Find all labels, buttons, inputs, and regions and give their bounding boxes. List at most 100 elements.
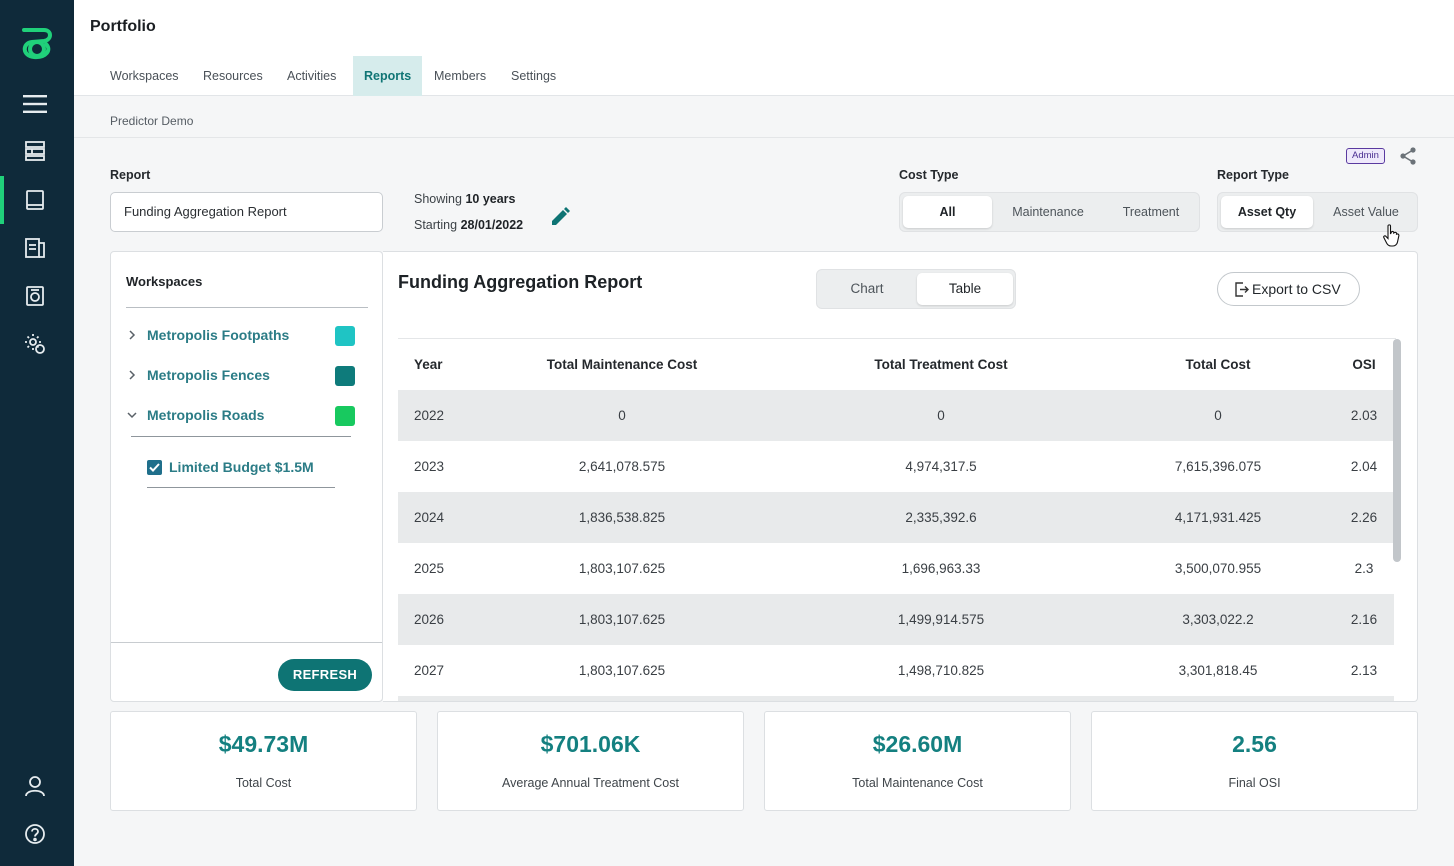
report-label: Report	[110, 168, 151, 182]
cell-maintenance: 1,803,107.625	[578, 663, 666, 678]
breadcrumb[interactable]: Predictor Demo	[110, 114, 193, 128]
cell-treatment: 2,335,392.6	[905, 510, 977, 525]
check-icon	[149, 463, 160, 472]
color-swatch[interactable]	[335, 366, 355, 386]
report-type-asset-qty[interactable]: Asset Qty	[1221, 196, 1313, 228]
workspace-name[interactable]: Metropolis Roads	[147, 407, 264, 423]
menu-icon[interactable]	[21, 90, 49, 118]
cell-year: 2023	[414, 459, 445, 474]
chevron-down-icon[interactable]	[125, 408, 139, 422]
table-row[interactable]: 2026 1,803,107.625 1,499,914.575 3,303,0…	[398, 594, 1394, 645]
scenario-name[interactable]: Limited Budget $1.5M	[169, 459, 314, 475]
column-header[interactable]: Total Cost	[1158, 339, 1278, 390]
stat-value: 2.56	[1232, 731, 1277, 757]
color-swatch[interactable]	[335, 406, 355, 426]
workspace-item[interactable]: Metropolis Fences	[125, 364, 365, 388]
cell-treatment: 1,499,914.575	[897, 612, 985, 627]
analysis-icon[interactable]	[21, 282, 49, 310]
refresh-button[interactable]: REFRESH	[278, 659, 372, 691]
workspaces-icon[interactable]	[21, 137, 49, 165]
workspace-name[interactable]: Metropolis Fences	[147, 367, 270, 383]
stat-card-maintenance: $26.60M Total Maintenance Cost	[764, 711, 1071, 811]
table-row[interactable]	[398, 696, 1394, 701]
chevron-right-icon[interactable]	[125, 368, 139, 382]
cell-osi: 2.04	[1350, 459, 1378, 474]
brand-logo[interactable]	[18, 22, 56, 62]
cell-total: 7,615,396.075	[1174, 459, 1262, 474]
chevron-right-icon[interactable]	[125, 328, 139, 342]
export-label: Export to CSV	[1252, 281, 1341, 297]
cell-treatment: 1,498,710.825	[897, 663, 985, 678]
tab-workspaces[interactable]: Workspaces	[99, 56, 190, 96]
cell-treatment: 4,974,317.5	[905, 459, 977, 474]
workspace-item[interactable]: Metropolis Footpaths	[125, 324, 365, 348]
table-scrollbar[interactable]	[1393, 339, 1401, 562]
cell-total: 3,500,070.955	[1174, 561, 1262, 576]
table-row[interactable]: 2027 1,803,107.625 1,498,710.825 3,301,8…	[398, 645, 1394, 696]
cost-type-all[interactable]: All	[903, 196, 992, 228]
tab-members[interactable]: Members	[423, 56, 497, 96]
table-row[interactable]: 2025 1,803,107.625 1,696,963.33 3,500,07…	[398, 543, 1394, 594]
cost-type-toggle: All Maintenance Treatment	[899, 192, 1200, 232]
cell-osi: 2.13	[1350, 663, 1378, 678]
cell-osi: 2.03	[1350, 408, 1378, 423]
documents-icon[interactable]	[21, 234, 49, 262]
divider	[74, 137, 1454, 138]
cost-type-treatment[interactable]: Treatment	[1106, 196, 1196, 228]
share-icon[interactable]	[1398, 146, 1418, 166]
stat-value: $49.73M	[218, 731, 309, 757]
cell-treatment: 0	[937, 408, 945, 423]
stat-value: $26.60M	[872, 731, 963, 757]
view-table[interactable]: Table	[917, 273, 1013, 305]
divider	[126, 307, 368, 308]
cell-maintenance: 0	[618, 408, 626, 423]
divider	[131, 436, 351, 437]
workspace-item[interactable]: Metropolis Roads	[125, 404, 365, 428]
table-header: Year Total Maintenance Cost Total Treatm…	[398, 339, 1394, 390]
view-chart[interactable]: Chart	[820, 273, 914, 305]
showing-value: 10 years	[465, 192, 516, 206]
stat-card-total-cost: $49.73M Total Cost	[110, 711, 417, 811]
cost-type-label: Cost Type	[899, 168, 959, 182]
tab-settings[interactable]: Settings	[500, 56, 567, 96]
tab-activities[interactable]: Activities	[276, 56, 347, 96]
workspace-name[interactable]: Metropolis Footpaths	[147, 327, 289, 343]
column-header[interactable]: OSI	[1338, 339, 1390, 390]
column-header[interactable]: Year	[414, 339, 443, 390]
edit-icon[interactable]	[549, 206, 571, 228]
top-nav: Workspaces Resources Activities Reports …	[74, 56, 1454, 96]
user-icon[interactable]	[21, 772, 49, 800]
table-row[interactable]: 2022 0 0 0 2.03	[398, 390, 1394, 441]
starting-value: 28/01/2022	[460, 218, 524, 232]
hand-cursor-icon	[1383, 224, 1400, 247]
stat-label: Average Annual Treatment Cost	[502, 776, 679, 790]
cell-total: 3,303,022.2	[1182, 612, 1254, 627]
table-row[interactable]: 2024 1,836,538.825 2,335,392.6 4,171,931…	[398, 492, 1394, 543]
help-icon[interactable]	[21, 820, 49, 848]
report-select[interactable]: Funding Aggregation Report	[110, 192, 383, 232]
scenario-checkbox[interactable]	[147, 460, 162, 475]
starting-date: Starting 28/01/2022	[414, 218, 523, 232]
column-header[interactable]: Total Treatment Cost	[858, 339, 1024, 390]
column-header[interactable]: Total Maintenance Cost	[546, 339, 698, 390]
cell-maintenance: 1,803,107.625	[578, 561, 666, 576]
workspaces-title: Workspaces	[126, 274, 203, 289]
stat-card-final-osi: 2.56 Final OSI	[1091, 711, 1418, 811]
cost-type-maintenance[interactable]: Maintenance	[1000, 196, 1096, 228]
stat-label: Total Maintenance Cost	[852, 776, 983, 790]
export-icon	[1235, 282, 1249, 297]
settings-icon[interactable]	[21, 330, 49, 358]
reports-icon[interactable]	[21, 186, 49, 214]
report-type-label: Report Type	[1217, 168, 1289, 182]
stat-label: Total Cost	[235, 776, 292, 790]
tab-resources[interactable]: Resources	[192, 56, 274, 96]
view-toggle: Chart Table	[816, 269, 1016, 309]
showing-prefix: Showing	[414, 192, 462, 206]
export-csv-button[interactable]: Export to CSV	[1217, 272, 1360, 306]
admin-badge: Admin	[1346, 148, 1385, 164]
table-row[interactable]: 2023 2,641,078.575 4,974,317.5 7,615,396…	[398, 441, 1394, 492]
cell-treatment: 1,696,963.33	[901, 561, 981, 576]
tab-reports[interactable]: Reports	[353, 56, 423, 96]
cell-total: 3,301,818.45	[1178, 663, 1258, 678]
color-swatch[interactable]	[335, 326, 355, 346]
